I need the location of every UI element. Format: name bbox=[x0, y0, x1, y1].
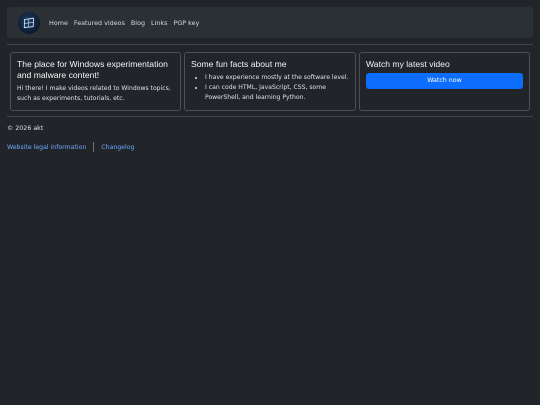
legal-info-link[interactable]: Website legal information bbox=[7, 144, 86, 151]
footer-links: Website legal information Changelog bbox=[7, 142, 134, 152]
nav-link-blog[interactable]: Blog bbox=[131, 19, 145, 27]
intro-card-text: Hi there! I make videos related to Windo… bbox=[17, 85, 171, 102]
divider-bottom bbox=[7, 116, 533, 117]
facts-card-title: Some fun facts about me bbox=[191, 59, 287, 69]
divider-top bbox=[7, 44, 533, 45]
nav-link-featured-videos[interactable]: Featured videos bbox=[74, 19, 125, 27]
nav-links: Home Featured videos Blog Links PGP key bbox=[49, 19, 199, 27]
facts-card: Some fun facts about me I have experienc… bbox=[184, 52, 356, 111]
fact-item: I have experience mostly at the software… bbox=[205, 73, 349, 83]
footer-separator bbox=[93, 142, 95, 152]
intro-card: The place for Windows experimentation an… bbox=[10, 52, 181, 111]
nav-link-pgp-key[interactable]: PGP key bbox=[173, 19, 199, 27]
navbar: Home Featured videos Blog Links PGP key bbox=[7, 7, 533, 38]
windows-logo-icon[interactable] bbox=[18, 11, 40, 34]
latest-video-title: Watch my latest video bbox=[366, 59, 450, 69]
intro-card-title: The place for Windows experimentation an… bbox=[17, 59, 168, 80]
nav-link-links[interactable]: Links bbox=[151, 19, 167, 27]
changelog-link[interactable]: Changelog bbox=[101, 144, 134, 151]
fact-item: I can code HTML, JavaScript, CSS, some P… bbox=[205, 83, 349, 103]
facts-list: I have experience mostly at the software… bbox=[191, 73, 349, 103]
copyright-text: © 2026 akt bbox=[7, 125, 44, 132]
latest-video-card: Watch my latest video Watch now bbox=[359, 52, 530, 111]
watch-now-button[interactable]: Watch now bbox=[366, 73, 523, 89]
nav-link-home[interactable]: Home bbox=[49, 19, 68, 27]
